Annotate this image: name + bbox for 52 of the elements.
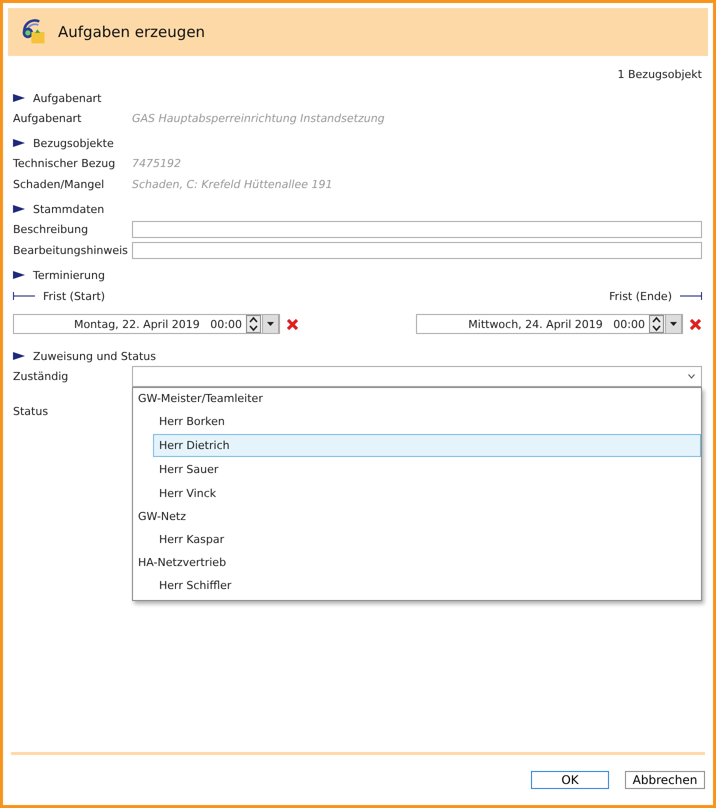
- field-value: Schaden, C: Krefeld Hüttenallee 191: [132, 178, 333, 191]
- flag-icon: [13, 271, 25, 279]
- field-label: Beschreibung: [13, 223, 90, 236]
- field-label: Schaden/Mangel: [13, 178, 106, 191]
- date-value: Montag, 22. April 2019 00:00: [74, 318, 243, 330]
- section-heading: Zuweisung und Status: [33, 350, 156, 362]
- list-item[interactable]: Herr Kaspar: [153, 528, 701, 551]
- date-label: Frist (Start): [43, 290, 106, 302]
- group-label: HA-Netzvertrieb: [137, 555, 228, 571]
- section-heading: Bezugsobjekte: [33, 136, 114, 150]
- dropdown-button[interactable]: [262, 314, 279, 334]
- flag-icon: [13, 205, 25, 213]
- clear-icon[interactable]: [689, 318, 702, 330]
- field-label: Technischer Bezug: [13, 157, 116, 170]
- dropdown-button[interactable]: [665, 314, 682, 334]
- group-label: GW-Netz: [137, 509, 188, 525]
- section-heading: Terminierung: [33, 268, 105, 282]
- caret-icon: [670, 322, 677, 326]
- window-title: Aufgaben erzeugen: [58, 23, 206, 41]
- field-label: Bearbeitungshinweis: [13, 244, 129, 257]
- caret-icon: [267, 322, 274, 326]
- field-value: 7475192: [132, 157, 181, 170]
- date-value: Mittwoch, 24. April 2019 00:00: [468, 318, 646, 330]
- reference-count: 1 Bezugsobjekt: [618, 67, 702, 83]
- date-picker[interactable]: Montag, 22. April 2019 00:00: [13, 314, 280, 334]
- flag-icon: [13, 94, 25, 102]
- clear-icon[interactable]: [286, 318, 299, 330]
- field-label: Aufgabenart: [13, 112, 82, 125]
- field-label: Zuständig: [13, 370, 70, 383]
- cancel-button[interactable]: Abbrechen: [625, 771, 705, 789]
- list-item[interactable]: Herr Sauer: [153, 458, 701, 481]
- list-item[interactable]: Herr Schiffler: [153, 574, 701, 597]
- list-item[interactable]: Herr Borken: [153, 410, 701, 433]
- input-field[interactable]: [132, 242, 702, 259]
- list-item[interactable]: Herr Dietrich: [153, 434, 701, 457]
- spinner-icon: [649, 315, 664, 333]
- date-picker[interactable]: Mittwoch, 24. April 2019 00:00: [416, 314, 683, 334]
- date-label: Frist (Ende): [609, 290, 672, 302]
- chevron-down-icon: [688, 374, 695, 379]
- flag-icon: [13, 352, 25, 360]
- section-heading: Aufgabenart: [33, 92, 102, 104]
- input-field[interactable]: [132, 221, 702, 238]
- ok-button[interactable]: OK: [531, 771, 609, 789]
- group-label: GW-Meister/Teamleiter: [137, 391, 264, 407]
- spinner-icon: [246, 315, 261, 333]
- flag-icon: [13, 139, 25, 147]
- list-item[interactable]: Herr Vinck: [153, 482, 701, 505]
- bracket-line-icon: [13, 292, 35, 300]
- field-label: Status: [13, 405, 50, 418]
- section-heading: Stammdaten: [33, 202, 104, 216]
- field-value: GAS Hauptabsperreinrichtung Instandsetzung: [132, 112, 385, 125]
- bracket-line-icon: [680, 292, 702, 300]
